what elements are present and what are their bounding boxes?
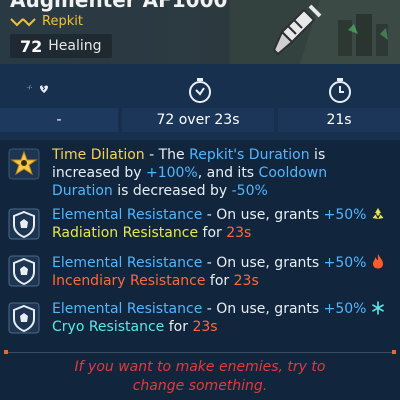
radiation-icon — [372, 208, 383, 219]
flavor-line-2: change something. — [132, 378, 268, 394]
perk-4-element: Cryo Resistance — [52, 319, 165, 335]
rarity-chevrons-icon — [10, 17, 36, 26]
perk-2-part-1: - On use, grants — [202, 207, 324, 223]
perk-3-name: Elemental Resistance — [52, 255, 203, 271]
perk-1-text: Time Dilation - The Repkit's Duration is… — [52, 146, 390, 200]
elemental-resistance-perk-icon — [8, 208, 40, 240]
perk-1-part-1: - The — [144, 147, 190, 163]
snowflake-icon — [371, 301, 384, 315]
perk-4-name: Elemental Resistance — [52, 301, 203, 317]
separator-left-marker — [4, 350, 8, 354]
perk-1-name: Time Dilation — [52, 147, 145, 163]
flavor-separator — [6, 352, 394, 353]
stat-strip: -/- - 72 over 23s 21s — [0, 64, 400, 140]
perk-3-element: Incendiary Resistance — [52, 273, 206, 289]
perk-4-text: Elemental Resistance - On use, grants +5… — [52, 300, 390, 336]
perk-2-duration: 23s — [226, 225, 252, 241]
stat-cell-1: -/- - — [0, 64, 118, 140]
perk-3-text: Elemental Resistance - On use, grants +5… — [52, 253, 390, 290]
perk-1-highlight-increase: +100% — [145, 165, 198, 181]
stat-cell-2-value: 72 over 23s — [122, 108, 274, 132]
perk-2-text: Elemental Resistance - On use, grants +5… — [52, 206, 390, 242]
perk-4-part-2: for — [164, 319, 193, 335]
rarity-label: Repkit — [42, 14, 83, 29]
perk-2-element: Radiation Resistance — [52, 225, 199, 241]
stat-cell-1-value: - — [0, 108, 118, 132]
stat-cell-3-value: 21s — [278, 108, 400, 132]
healing-badge: 72 Healing — [10, 34, 112, 58]
time-dilation-perk-icon — [8, 148, 40, 180]
healing-value: 72 — [20, 36, 43, 56]
stat-cell-2: 72 over 23s — [122, 64, 274, 140]
fire-icon — [372, 254, 383, 269]
elemental-resistance-perk-icon — [8, 255, 40, 287]
perk-1-highlight-duration: Repkit's Duration — [189, 147, 310, 163]
perk-4-percent: +50% — [323, 301, 367, 317]
timer-icon — [329, 78, 351, 103]
flavor-text: If you want to make enemies, try to chan… — [20, 358, 380, 396]
perk-4-duration: 23s — [192, 319, 218, 335]
perk-3-part-2: for — [205, 273, 234, 289]
item-header: Augmenter AF1000 Repkit 72 Healing — [0, 0, 400, 64]
item-name: Augmenter AF1000 — [10, 0, 228, 12]
perk-2-part-2: for — [198, 225, 227, 241]
perk-3-duration: 23s — [233, 273, 259, 289]
item-card: Augmenter AF1000 Repkit 72 Healing -/- -… — [0, 0, 400, 400]
rarity-row: Repkit — [10, 14, 83, 29]
broken-heart-icon: -/- — [27, 85, 48, 93]
elemental-resistance-perk-icon — [8, 302, 40, 334]
perk-3-part-1: - On use, grants — [202, 255, 324, 271]
perk-2-percent: +50% — [323, 207, 367, 223]
perk-1-part-4: is decreased by — [112, 183, 232, 199]
flavor-line-1: If you want to make enemies, try to — [74, 359, 326, 375]
stopwatch-icon — [189, 78, 211, 103]
repkit-art-icon — [230, 0, 400, 64]
stat-cell-3: 21s — [278, 64, 400, 140]
separator-right-marker — [392, 350, 396, 354]
healing-label: Healing — [48, 38, 102, 54]
perk-2-name: Elemental Resistance — [52, 207, 203, 223]
perk-3-percent: +50% — [323, 255, 367, 271]
perk-4-part-1: - On use, grants — [202, 301, 324, 317]
cell1-icon-text: -/- — [27, 85, 32, 91]
perk-1-part-3: , and its — [197, 165, 259, 181]
perk-1-highlight-decrease: -50% — [231, 183, 268, 199]
